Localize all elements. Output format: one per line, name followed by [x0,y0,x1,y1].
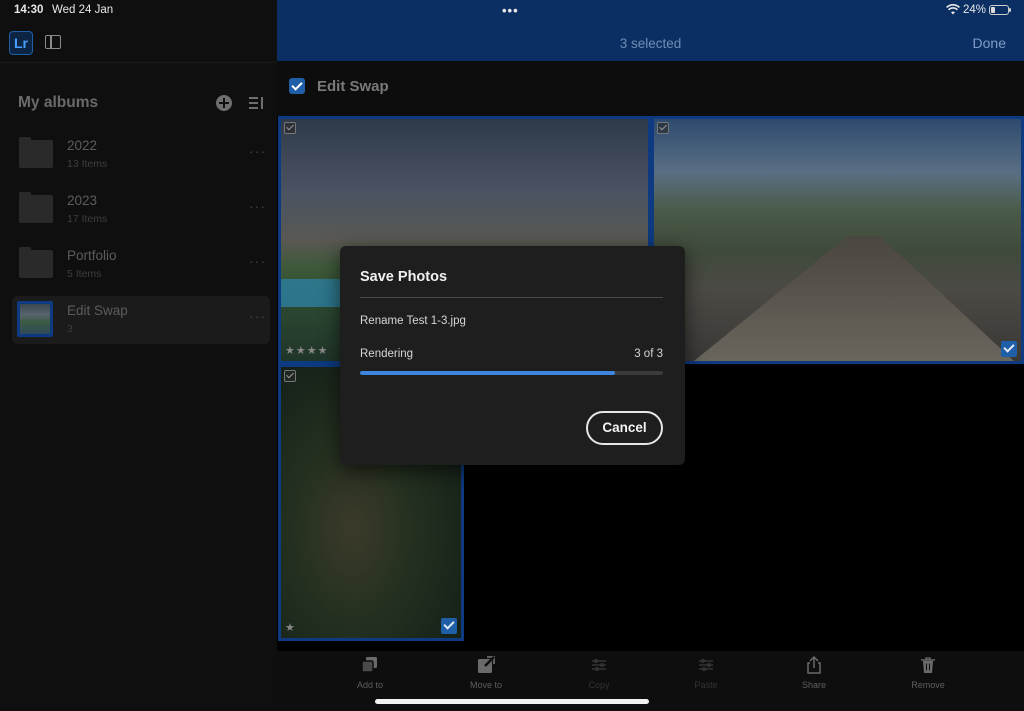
select-checkbox[interactable] [284,370,296,382]
sidebar-divider [0,62,277,63]
share-icon [805,655,823,674]
move-to-button[interactable]: Move to [446,656,526,690]
album-title: Edit Swap [317,78,389,95]
more-options-icon[interactable]: ··· [249,198,266,214]
selected-checkmark-icon[interactable] [1001,341,1017,357]
tool-label: Add to [356,680,384,690]
album-count: 13 Items [67,158,108,170]
remove-button[interactable]: Remove [888,656,968,690]
album-item-portfolio[interactable]: Portfolio 5 Items ··· [12,241,270,289]
folder-icon [19,192,53,223]
add-to-button[interactable]: Add to [330,656,410,690]
album-item-2022[interactable]: 2022 13 Items ··· [12,131,270,179]
dialog-title: Save Photos [360,269,448,285]
progress-bar-fill [360,371,615,375]
status-bar: 14:30 Wed 24 Jan ••• 24% [0,0,1024,22]
dialog-divider [360,297,663,298]
album-count: 5 Items [67,268,102,280]
album-item-2023[interactable]: 2023 17 Items ··· [12,186,270,234]
multitask-dots-icon[interactable]: ••• [502,3,519,18]
selected-checkmark-icon[interactable] [441,618,457,634]
more-options-icon[interactable]: ··· [249,308,266,324]
album-name: 2022 [67,138,98,153]
status-time: 14:30 [14,4,44,16]
folder-icon [19,247,53,278]
lightroom-logo[interactable]: Lr [9,31,33,55]
album-name: Portfolio [67,248,117,263]
tool-label: Move to [469,680,502,690]
album-item-edit-swap[interactable]: Edit Swap 3 ··· [12,296,270,344]
sidebar: Lr My albums 2022 13 Items ··· 2023 17 I… [0,0,277,711]
sidebar-toggle-icon[interactable] [45,35,61,49]
album-name: 2023 [67,193,98,208]
trash-icon [919,656,937,674]
home-indicator[interactable] [375,699,649,704]
tool-label: Remove [911,680,945,690]
album-count: 17 Items [67,213,108,225]
album-thumbnail [17,301,53,337]
status-date: Wed 24 Jan [52,4,114,16]
more-options-icon[interactable]: ··· [249,253,266,269]
tool-label: Paste [694,680,718,690]
share-button[interactable]: Share [774,655,854,690]
wifi-icon [946,4,960,18]
star-rating: ★★★★ [285,345,329,357]
sort-icon[interactable] [249,97,265,109]
folder-icon [19,137,53,168]
album-count: 3 [67,323,73,335]
cancel-button[interactable]: Cancel [586,411,663,445]
paste-settings-icon [697,656,715,674]
photo-tile-bridge[interactable]: ★★ [651,116,1024,364]
done-button[interactable]: Done [973,35,1006,51]
copy-button[interactable]: Copy [559,656,639,690]
selection-count: 3 selected [619,36,682,51]
progress-count: 3 of 3 [634,348,663,360]
select-checkbox[interactable] [284,122,296,134]
battery-icon [989,5,1011,15]
save-photos-dialog: Save Photos Rename Test 1-3.jpg Renderin… [340,246,685,465]
tool-label: Copy [588,680,610,690]
tool-label: Share [801,680,827,690]
select-all-checkbox[interactable] [289,78,305,94]
paste-button[interactable]: Paste [666,656,746,690]
file-name: Rename Test 1-3.jpg [360,315,466,327]
albums-header: My albums [18,94,99,111]
progress-bar [360,371,663,375]
select-checkbox[interactable] [657,122,669,134]
album-title-row: Edit Swap [277,61,1024,116]
battery-percent: 24% [963,4,987,16]
add-to-icon [361,656,379,674]
album-name: Edit Swap [67,303,128,318]
star-rating: ★ [285,622,296,634]
move-to-icon [477,656,495,674]
progress-status: Rendering [360,348,414,360]
add-album-icon[interactable] [216,95,232,111]
more-options-icon[interactable]: ··· [249,143,266,159]
copy-settings-icon [590,656,608,674]
